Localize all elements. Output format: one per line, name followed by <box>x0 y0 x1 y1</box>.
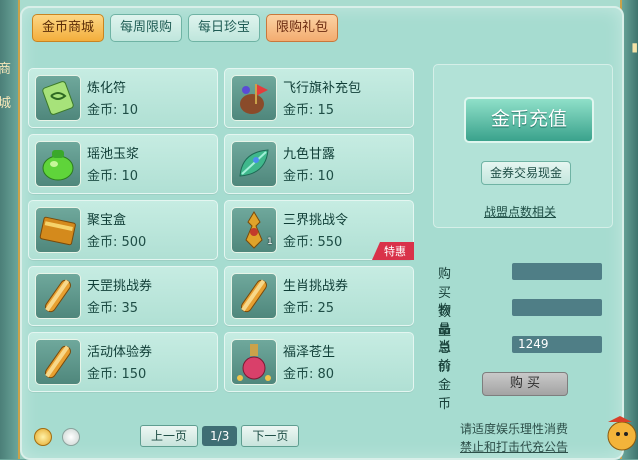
side-deco-icon: ▮ <box>631 40 638 54</box>
item-card[interactable]: 飞行旗补充包 金币: 15 <box>224 68 414 128</box>
item-price: 金币: 25 <box>283 301 335 316</box>
item-card[interactable]: 生肖挑战券 金币: 25 <box>224 266 414 326</box>
item-name: 三界挑战令 <box>283 213 349 228</box>
tab-limited-gift[interactable]: 限购礼包 <box>266 14 339 42</box>
side-glyph-2: 城 <box>0 96 12 111</box>
item-card[interactable]: 1 三界挑战令 金币: 550 特惠 <box>224 200 414 260</box>
item-price: 金币: 500 <box>87 235 147 250</box>
notice-line-2[interactable]: 禁止和打击代充公告 <box>460 438 568 456</box>
scroll-icon <box>35 273 81 319</box>
item-name: 福泽苍生 <box>283 345 336 360</box>
item-price: 金币: 15 <box>283 103 335 118</box>
item-card[interactable]: 活动体验券 金币: 150 <box>28 332 218 392</box>
dew-leaf-icon <box>231 141 277 187</box>
next-page-button[interactable]: 下一页 <box>241 425 300 447</box>
item-name: 炼化符 <box>87 81 127 96</box>
treasure-box-icon <box>35 207 81 253</box>
toggle-dot-icon[interactable] <box>62 428 80 446</box>
item-card[interactable]: 天罡挑战券 金币: 35 <box>28 266 218 326</box>
item-price: 金币: 80 <box>283 367 335 382</box>
item-card[interactable]: 九色甘露 金币: 10 <box>224 134 414 194</box>
notice-line-1: 请适度娱乐理性消费 <box>460 422 569 436</box>
item-name: 天罡挑战券 <box>87 279 153 294</box>
item-name: 聚宝盒 <box>87 213 127 228</box>
shop-tabs: 金币商城 每周限购 每日珍宝 限购礼包 <box>32 14 339 42</box>
flag-pack-icon <box>231 75 277 121</box>
recharge-panel: 金币充值 金券交易现金 战盟点数相关 <box>433 64 613 228</box>
notice-text: 请适度娱乐理性消费 禁止和打击代充公告 <box>460 420 568 456</box>
item-count: 1 <box>267 237 273 247</box>
item-name: 生肖挑战券 <box>283 279 349 294</box>
prev-page-button[interactable]: 上一页 <box>140 425 199 447</box>
talisman-icon <box>35 75 81 121</box>
item-price: 金币: 10 <box>87 103 139 118</box>
item-card[interactable]: 炼化符 金币: 10 <box>28 68 218 128</box>
item-name: 瑶池玉浆 <box>87 147 140 162</box>
tab-weekly-limit[interactable]: 每周限购 <box>110 14 183 42</box>
buy-button[interactable]: 购 买 <box>482 372 568 396</box>
current-gold-field: 1249 <box>512 336 602 353</box>
potion-icon <box>231 339 277 385</box>
tab-gold-shop[interactable]: 金币商城 <box>32 14 105 42</box>
qty-field[interactable] <box>512 263 602 280</box>
item-card[interactable]: 聚宝盒 金币: 500 <box>28 200 218 260</box>
item-card[interactable]: 瑶池玉浆 金币: 10 <box>28 134 218 194</box>
alliance-points-link[interactable]: 战盟点数相关 <box>484 203 556 220</box>
tab-daily-treasure[interactable]: 每日珍宝 <box>188 14 261 42</box>
item-name: 九色甘露 <box>283 147 336 162</box>
coin-icon[interactable] <box>34 428 52 446</box>
exchange-cash-button[interactable]: 金券交易现金 <box>481 161 571 185</box>
side-glyph-1: 商 <box>0 62 12 77</box>
recharge-button[interactable]: 金币充值 <box>464 97 594 143</box>
item-price: 金币: 150 <box>87 367 147 382</box>
item-price: 金币: 10 <box>87 169 139 184</box>
scroll-icon <box>231 273 277 319</box>
item-price: 金币: 35 <box>87 301 139 316</box>
item-price: 金币: 550 <box>283 235 343 250</box>
item-name: 活动体验券 <box>87 345 153 360</box>
page-indicator: 1/3 <box>202 426 238 446</box>
special-offer-badge: 特惠 <box>372 242 414 260</box>
item-grid: 炼化符 金币: 10 飞行旗补充包 金币: 15 瑶池玉浆 金币: 10 九色甘… <box>28 68 414 392</box>
item-price: 金币: 10 <box>283 169 335 184</box>
jade-pot-icon <box>35 141 81 187</box>
scroll-icon <box>35 339 81 385</box>
mascot-icon[interactable] <box>602 412 638 459</box>
pagination: 上一页 1/3 下一页 <box>140 425 300 447</box>
total-field <box>512 299 602 316</box>
current-gold-label: 当前金币 <box>438 340 452 412</box>
item-name: 飞行旗补充包 <box>283 81 362 96</box>
left-side-strip: 商 城 <box>0 0 20 459</box>
item-card[interactable]: 福泽苍生 金币: 80 <box>224 332 414 392</box>
